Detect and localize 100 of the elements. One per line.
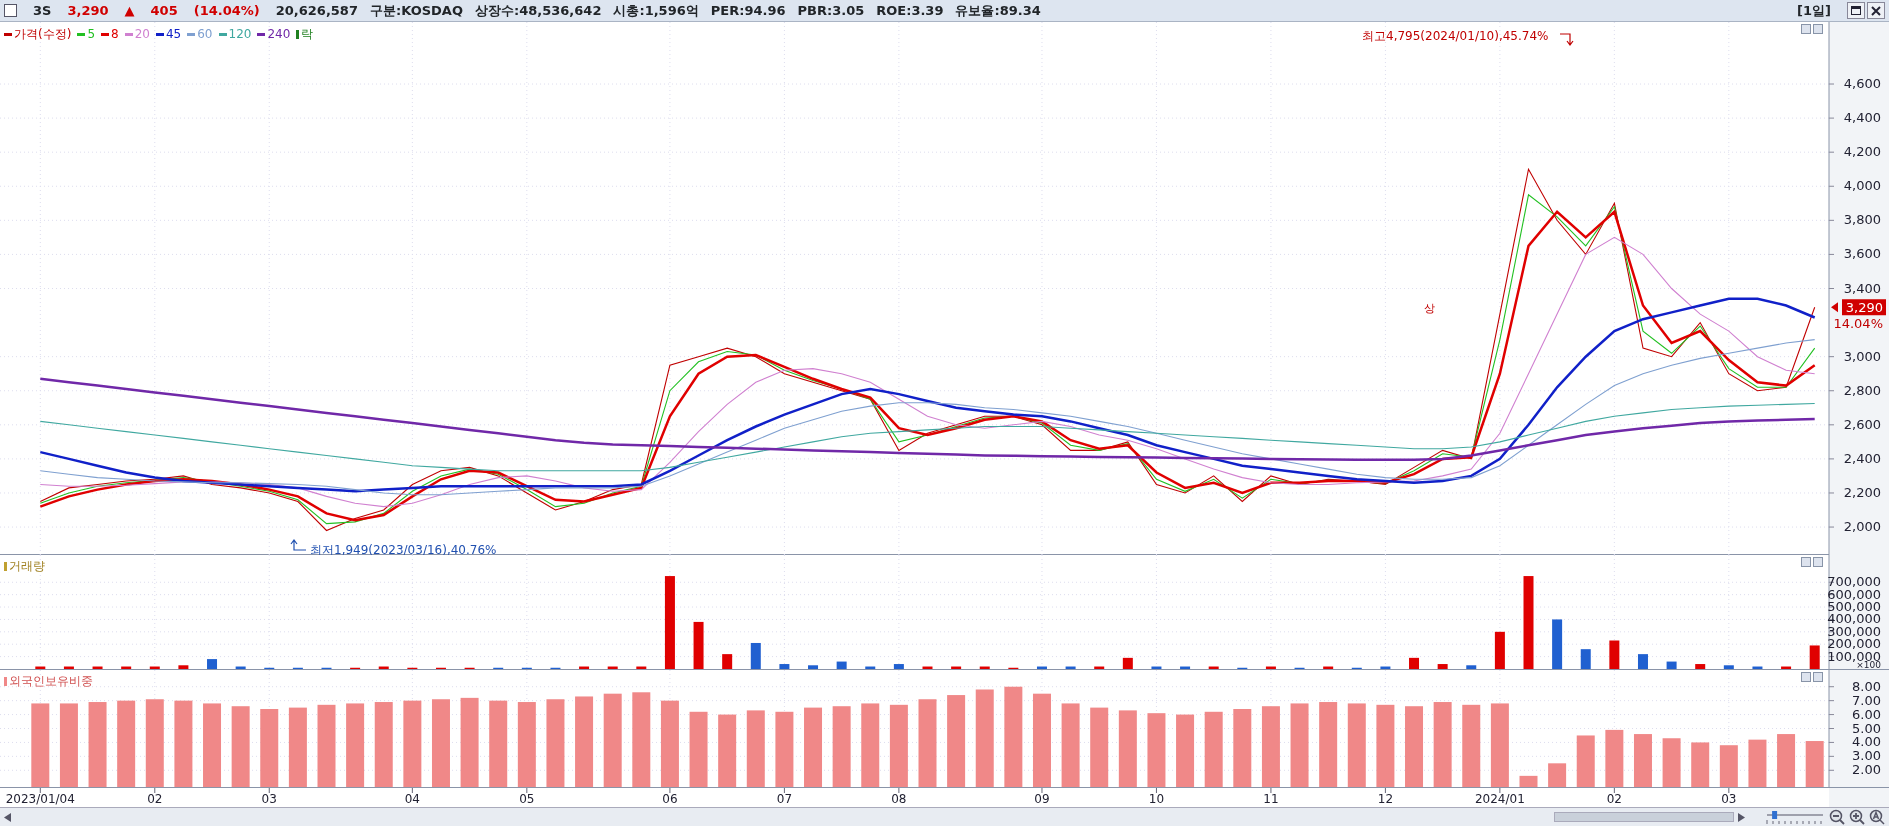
- pane-title: 외국인보유비중: [9, 673, 93, 690]
- change-rate: (14.04%): [193, 1, 260, 20]
- bar: [1781, 666, 1792, 669]
- bar: [1180, 666, 1191, 669]
- date-label: 10: [1148, 792, 1165, 806]
- axis-label: 3,600: [1843, 246, 1881, 262]
- stock-info: 구분:KOSDAQ: [369, 1, 463, 20]
- date-label: 03: [261, 792, 277, 806]
- bar: [1552, 619, 1563, 669]
- bar: [92, 666, 103, 669]
- maximize-button[interactable]: [1847, 2, 1865, 19]
- close-button[interactable]: [1867, 2, 1885, 19]
- stock-info: 시총:1,596억: [613, 1, 699, 20]
- bar: [1122, 657, 1133, 669]
- bar: [607, 666, 618, 669]
- axis-label: 4.00: [1852, 734, 1881, 750]
- axis-label: 2,400: [1843, 450, 1881, 466]
- bar: [378, 666, 389, 669]
- bar: [893, 664, 904, 669]
- bar: [63, 666, 74, 669]
- bar: [1519, 775, 1538, 787]
- axis-label: 4,000: [1843, 178, 1881, 194]
- date-label: 05: [519, 792, 535, 806]
- bar: [1037, 666, 1047, 669]
- bar: [1494, 631, 1505, 669]
- date-label: 2023/01/04: [5, 792, 75, 806]
- trading-volume: 20,626,587: [275, 1, 358, 20]
- bar: [1695, 664, 1706, 669]
- bar: [636, 666, 647, 669]
- bar: [1805, 741, 1824, 787]
- bar: [579, 666, 590, 669]
- stock-info: 유보율:89.34: [955, 1, 1041, 20]
- bar: [1380, 666, 1391, 669]
- zoom-in-icon[interactable]: [1849, 809, 1865, 825]
- bar: [1809, 645, 1820, 669]
- zoom-slider[interactable]: [1765, 810, 1825, 824]
- bar: [1409, 657, 1419, 669]
- high-annotation: 최고4,795(2024/01/10),45.74%: [1362, 29, 1549, 43]
- bar: [1723, 665, 1734, 669]
- legend-label: 5: [87, 26, 95, 43]
- bar: [1634, 734, 1652, 787]
- legend-label: 45: [165, 26, 182, 43]
- bar: [149, 666, 160, 669]
- stock-info: ROE:3.39: [876, 1, 944, 20]
- bar: [1666, 661, 1677, 669]
- window-icon: [1851, 6, 1861, 15]
- price-change: 405: [150, 1, 178, 20]
- bar: [235, 666, 246, 669]
- axis-label: 2,000: [1843, 519, 1881, 535]
- legend-swatch: [4, 561, 7, 571]
- axis-label: 3.00: [1852, 748, 1881, 764]
- bar: [1748, 739, 1767, 787]
- axis-label: 5.00: [1852, 720, 1881, 736]
- pane-title: 거래량: [9, 558, 45, 575]
- axis-label: 4,600: [1843, 76, 1881, 91]
- bar: [121, 666, 132, 669]
- axis-label: 3,000: [1843, 348, 1881, 364]
- scrollbar-thumb[interactable]: [1554, 812, 1734, 822]
- bar: [1208, 666, 1219, 669]
- zoom-reset-icon[interactable]: [1869, 809, 1885, 825]
- bar: [1437, 664, 1448, 669]
- legend-label: 120: [228, 26, 252, 43]
- bar: [1265, 666, 1276, 669]
- bar: [750, 643, 761, 669]
- legend-label: 8: [111, 26, 119, 43]
- low-annotation: 최저1,949(2023/03/16),40.76%: [310, 543, 497, 555]
- bar: [1151, 666, 1162, 669]
- bar: [951, 666, 962, 669]
- date-label: 07: [776, 792, 793, 806]
- axis-label: 4,400: [1843, 110, 1881, 126]
- bar: [865, 666, 876, 669]
- axis-label: 4,200: [1843, 144, 1881, 160]
- date-label: 11: [1263, 792, 1279, 806]
- bar: [1605, 729, 1624, 787]
- zoom-out-icon[interactable]: [1829, 809, 1845, 825]
- bar: [35, 666, 46, 669]
- stock-info: PER:94.96: [710, 1, 786, 20]
- limit-up-marker: 상: [1424, 302, 1435, 315]
- axis-label: 2,600: [1843, 416, 1881, 432]
- scroll-right-icon[interactable]: [1738, 812, 1745, 822]
- bar: [1719, 745, 1738, 787]
- bar: [808, 665, 818, 669]
- axis-label: 3,400: [1843, 280, 1881, 296]
- scroll-left-icon[interactable]: [4, 812, 11, 822]
- unit-label: ×100: [1856, 660, 1881, 669]
- date-label: 12: [1377, 792, 1394, 806]
- bar: [922, 666, 933, 669]
- bar: [1691, 742, 1710, 787]
- bar: [178, 665, 189, 669]
- bar: [1576, 735, 1595, 787]
- bar: [722, 654, 733, 669]
- axis-label: 200,000: [1827, 636, 1881, 652]
- bar: [1094, 666, 1105, 669]
- period-label[interactable]: [1일]: [1797, 0, 1831, 21]
- legend-label: 락: [301, 26, 314, 43]
- legend-label: 20: [134, 26, 150, 43]
- date-label: 02: [147, 792, 163, 806]
- checkbox[interactable]: [4, 4, 17, 17]
- axis-label: 6.00: [1852, 706, 1881, 722]
- bar: [979, 666, 990, 669]
